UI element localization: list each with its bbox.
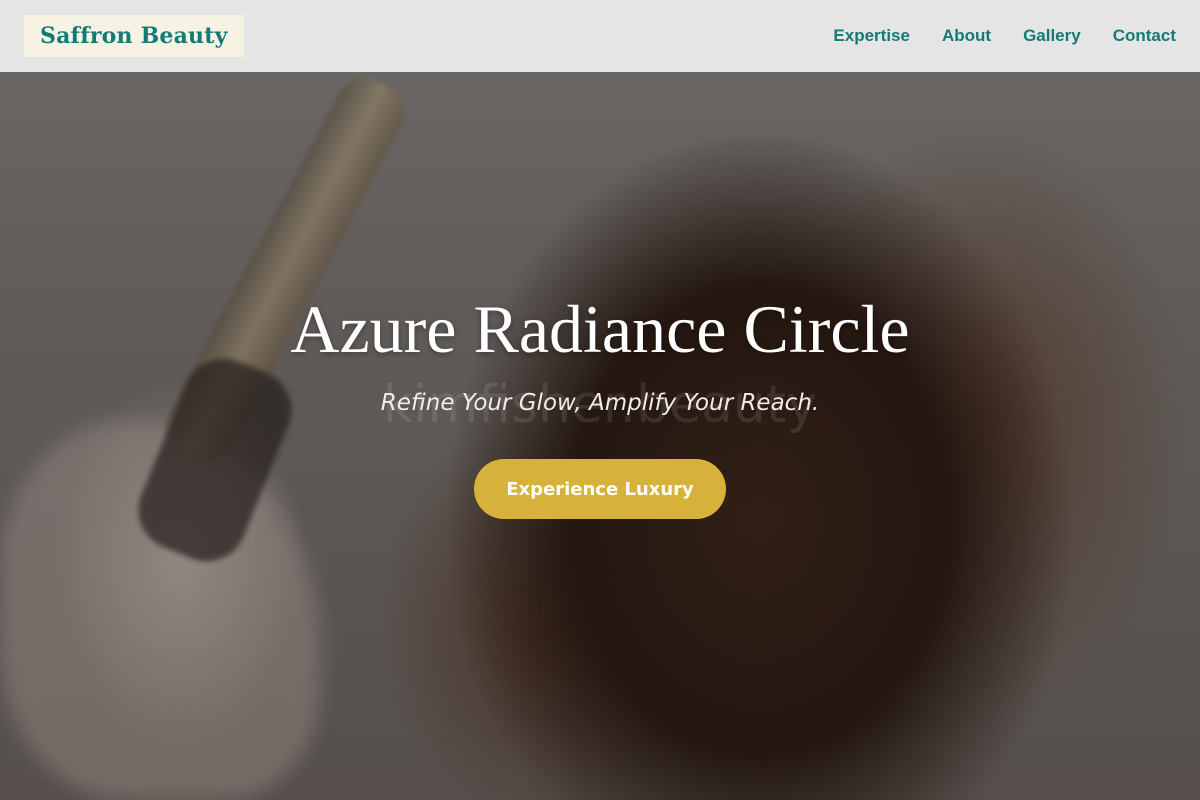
nav-link-expertise[interactable]: Expertise xyxy=(833,26,910,46)
experience-luxury-button[interactable]: Experience Luxury xyxy=(474,459,726,519)
site-logo[interactable]: Saffron Beauty xyxy=(24,15,244,57)
nav-link-contact[interactable]: Contact xyxy=(1113,26,1176,46)
hero-title: Azure Radiance Circle xyxy=(290,291,910,367)
landing-page: Saffron Beauty Expertise About Gallery C… xyxy=(0,0,1200,800)
hero-subtitle: Refine Your Glow, Amplify Your Reach. xyxy=(380,390,820,416)
hero-subtitle-wrap: kimfisher.beauty Refine Your Glow, Ampli… xyxy=(0,375,1200,435)
hero-section: Azure Radiance Circle kimfisher.beauty R… xyxy=(0,290,1200,519)
site-header: Saffron Beauty Expertise About Gallery C… xyxy=(0,0,1200,72)
nav-link-gallery[interactable]: Gallery xyxy=(1023,26,1081,46)
nav-link-about[interactable]: About xyxy=(942,26,991,46)
main-nav: Expertise About Gallery Contact xyxy=(833,26,1176,46)
